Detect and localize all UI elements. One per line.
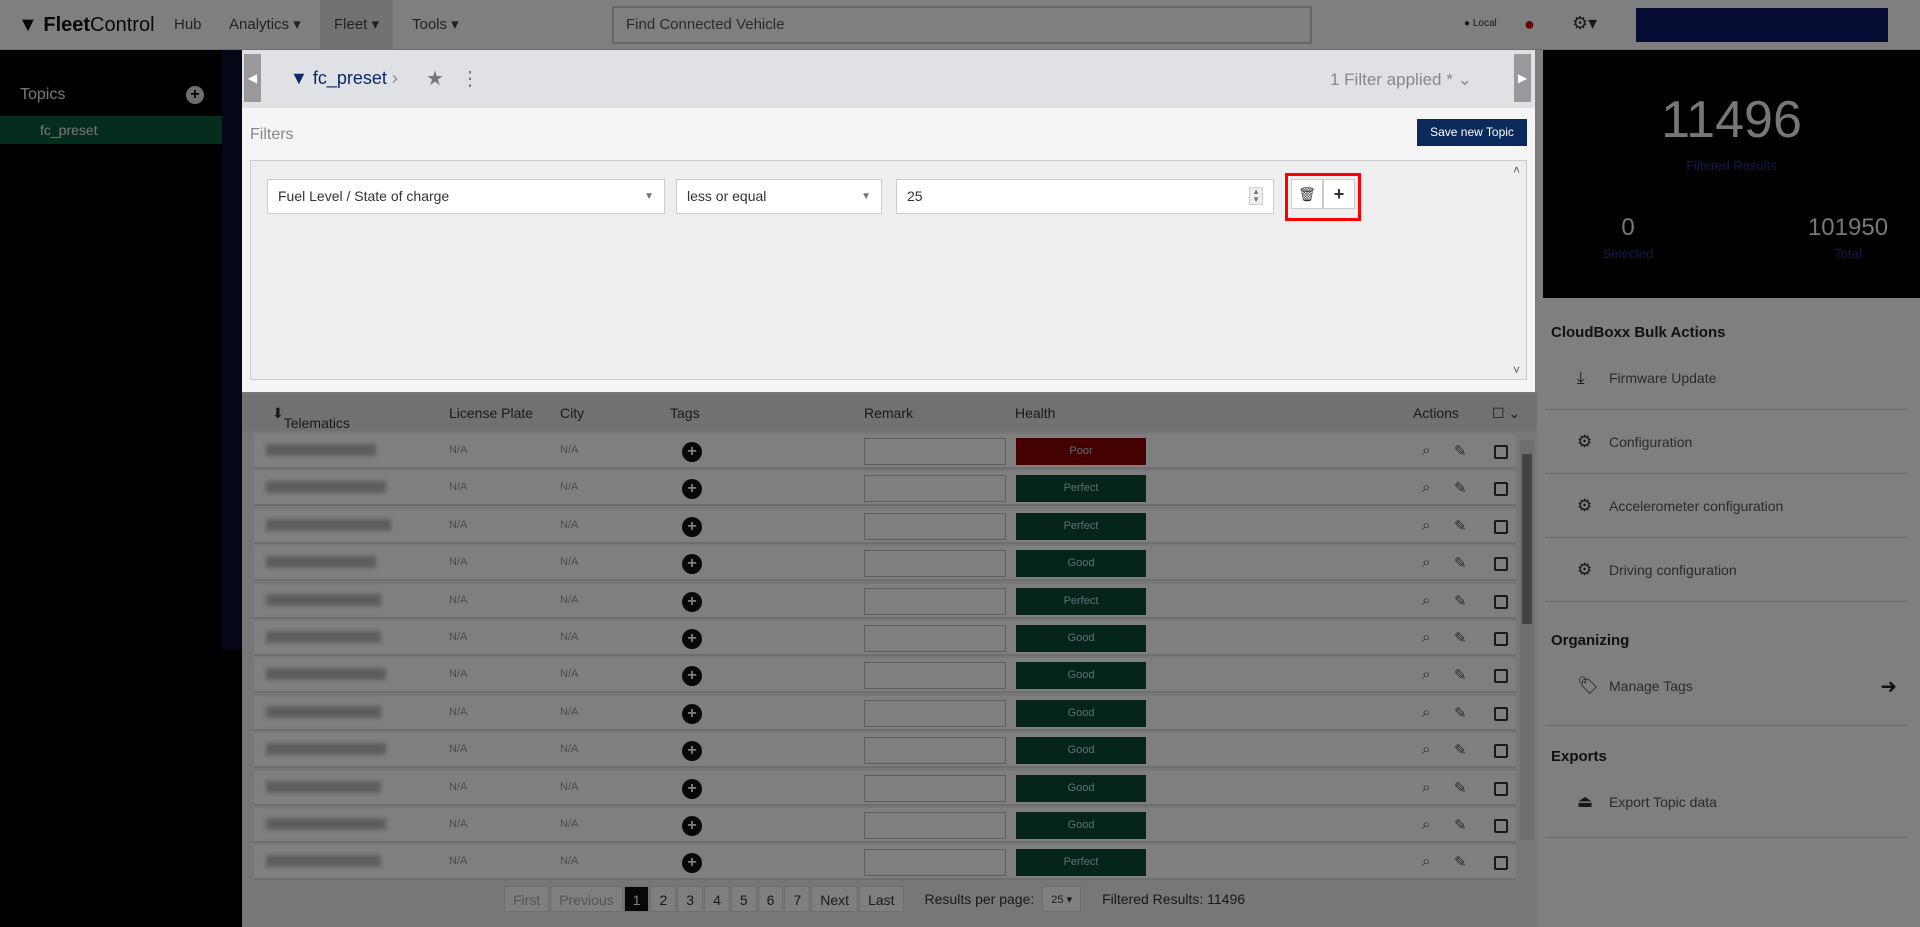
scroll-up-icon[interactable]: ˄ [1513, 163, 1520, 177]
filter-field-select[interactable]: Fuel Level / State of charge ▼ [267, 179, 665, 214]
filters-label: Filters [250, 126, 294, 143]
number-stepper-icon[interactable]: ▲ ▼ [1249, 187, 1263, 205]
scroll-down-icon[interactable]: ˅ [1513, 363, 1520, 377]
chevron-down-icon: ▼ [861, 191, 871, 202]
filter-status-dropdown[interactable]: 1 Filter applied * ⌄ [1330, 70, 1472, 90]
more-options-icon[interactable]: ⋮ [460, 66, 480, 91]
plus-icon: + [1333, 184, 1345, 204]
add-filter-button[interactable]: + [1323, 179, 1355, 209]
collapse-left-icon[interactable]: ◀ [244, 54, 261, 102]
filter-panel: ◀ ▼ fc_preset › ★ ⋮ 1 Filter applied * ⌄… [242, 50, 1535, 392]
filter-value-input[interactable]: 25 ▲ ▼ [896, 179, 1274, 214]
save-new-topic-button[interactable]: Save new Topic [1417, 119, 1527, 146]
filter-box: Fuel Level / State of charge ▼ less or eq… [250, 160, 1527, 380]
trash-icon: 🗑 [1298, 186, 1316, 202]
collapse-right-icon[interactable]: ▶ [1514, 54, 1531, 102]
filter-operator-select[interactable]: less or equal ▼ [676, 179, 882, 214]
filter-panel-header: ◀ ▼ fc_preset › ★ ⋮ 1 Filter applied * ⌄… [242, 50, 1535, 108]
breadcrumb[interactable]: ▼ fc_preset › [290, 68, 398, 89]
star-icon[interactable]: ★ [426, 66, 444, 91]
chevron-down-icon: ▼ [644, 191, 654, 202]
delete-filter-button[interactable]: 🗑 [1291, 179, 1323, 209]
